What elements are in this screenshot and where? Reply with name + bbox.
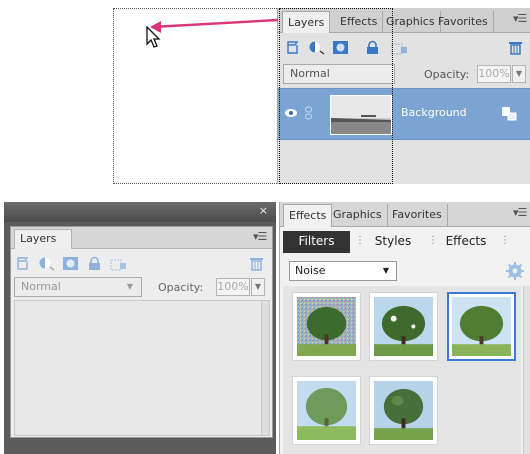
dust-thumb	[374, 297, 433, 356]
blend-mode-select[interactable]: Normal	[283, 64, 395, 84]
segment-effects[interactable]: Effects	[436, 231, 496, 253]
segment-styles[interactable]: Styles	[363, 231, 423, 253]
opacity-label: Opacity:	[158, 281, 204, 294]
grain-thumb	[374, 381, 433, 440]
layer-name: Background	[401, 106, 467, 119]
floating-layers-window: × Layers ▾☰ Normal ▼ Opacity: 100% ▼	[4, 202, 276, 454]
filter-thumbnail[interactable]	[292, 292, 361, 361]
blend-mode-value: Normal	[21, 280, 61, 293]
filter-category-select[interactable]: Noise ▼	[289, 261, 397, 281]
lock-icon[interactable]	[364, 40, 381, 55]
filter-thumbnail-selected[interactable]	[447, 292, 516, 361]
background-lock-icon[interactable]	[501, 106, 517, 121]
layers-list: •••••	[14, 300, 270, 445]
new-layer-icon[interactable]	[15, 256, 32, 271]
layer-thumbnail	[330, 95, 392, 135]
link-icon	[304, 106, 313, 120]
trash-icon[interactable]	[507, 40, 524, 55]
filter-thumbnail[interactable]	[292, 376, 361, 445]
opacity-label: Opacity:	[424, 68, 470, 81]
noise-thumb	[297, 297, 356, 356]
layer-row-background[interactable]: Background	[278, 88, 530, 140]
lock-transparency-icon[interactable]	[110, 256, 127, 271]
trash-icon[interactable]	[248, 256, 265, 271]
effects-panel: Effects Graphics Favorites ▾☰ Filters ⋮ …	[279, 202, 530, 454]
layer-tools-row	[11, 252, 272, 278]
lock-transparency-icon[interactable]	[391, 40, 408, 55]
lock-icon[interactable]	[86, 256, 103, 271]
chevron-down-icon: ▼	[382, 266, 389, 275]
layers-scrollbar[interactable]	[261, 301, 269, 435]
opacity-dropdown-arrow[interactable]: ▼	[251, 278, 265, 296]
opacity-input[interactable]: 100%	[216, 278, 250, 296]
tab-layers[interactable]: Layers	[14, 229, 72, 249]
effects-segmented-control: Filters ⋮ Styles ⋮ Effects ⋮	[280, 231, 530, 253]
filter-thumbnails-grid	[283, 286, 521, 454]
panel-menu-icon[interactable]: ▾☰	[513, 206, 527, 219]
gear-icon[interactable]	[506, 262, 524, 280]
layers-tab-bar: Layers ▾☰	[11, 227, 272, 249]
effects-scrollbar[interactable]	[523, 286, 530, 454]
tab-favorites[interactable]: Favorites	[433, 11, 494, 33]
layer-mask-icon[interactable]	[62, 256, 79, 271]
tab-effects[interactable]: Effects	[335, 11, 384, 33]
filter-thumbnail[interactable]	[369, 376, 438, 445]
opacity-input[interactable]: 100%	[477, 65, 511, 83]
layer-tools-row	[278, 36, 530, 62]
chevron-down-icon: ▼	[126, 282, 133, 291]
layers-panel: Layers ▾☰ Normal ▼ Opacity: 100% ▼	[10, 226, 273, 445]
segment-separator: ⋮	[500, 235, 510, 246]
effects-tab-bar: Effects Graphics Favorites ▾☰	[280, 202, 530, 227]
floating-window-header[interactable]: ×	[4, 202, 276, 222]
adjustment-layer-icon[interactable]	[38, 256, 55, 271]
adjustment-layer-icon[interactable]	[308, 40, 325, 55]
panel-menu-icon[interactable]: ▾☰	[253, 230, 267, 243]
median-thumb	[452, 297, 511, 356]
eye-icon[interactable]	[284, 107, 298, 119]
panel-tab-bar: Layers Effects Graphics Favorites ▾☰	[278, 8, 530, 33]
layer-mask-icon[interactable]	[332, 40, 349, 55]
floating-window-footer	[10, 438, 273, 450]
filter-category-value: Noise	[295, 264, 326, 277]
blur-thumb	[297, 381, 356, 440]
mouse-cursor-icon	[146, 26, 161, 48]
tab-graphics[interactable]: Graphics	[328, 204, 388, 227]
tab-graphics[interactable]: Graphics	[381, 11, 441, 33]
segment-filters[interactable]: Filters	[283, 231, 350, 253]
close-icon[interactable]: ×	[259, 204, 268, 217]
tab-effects[interactable]: Effects	[283, 204, 333, 227]
docked-layers-panel: Layers Effects Graphics Favorites ▾☰ Nor…	[277, 8, 530, 184]
tab-favorites[interactable]: Favorites	[387, 204, 448, 227]
blend-mode-select[interactable]: Normal ▼	[14, 277, 142, 297]
filter-thumbnail[interactable]	[369, 292, 438, 361]
opacity-dropdown-arrow[interactable]: ▼	[512, 65, 526, 83]
panel-menu-icon[interactable]: ▾☰	[513, 12, 527, 25]
